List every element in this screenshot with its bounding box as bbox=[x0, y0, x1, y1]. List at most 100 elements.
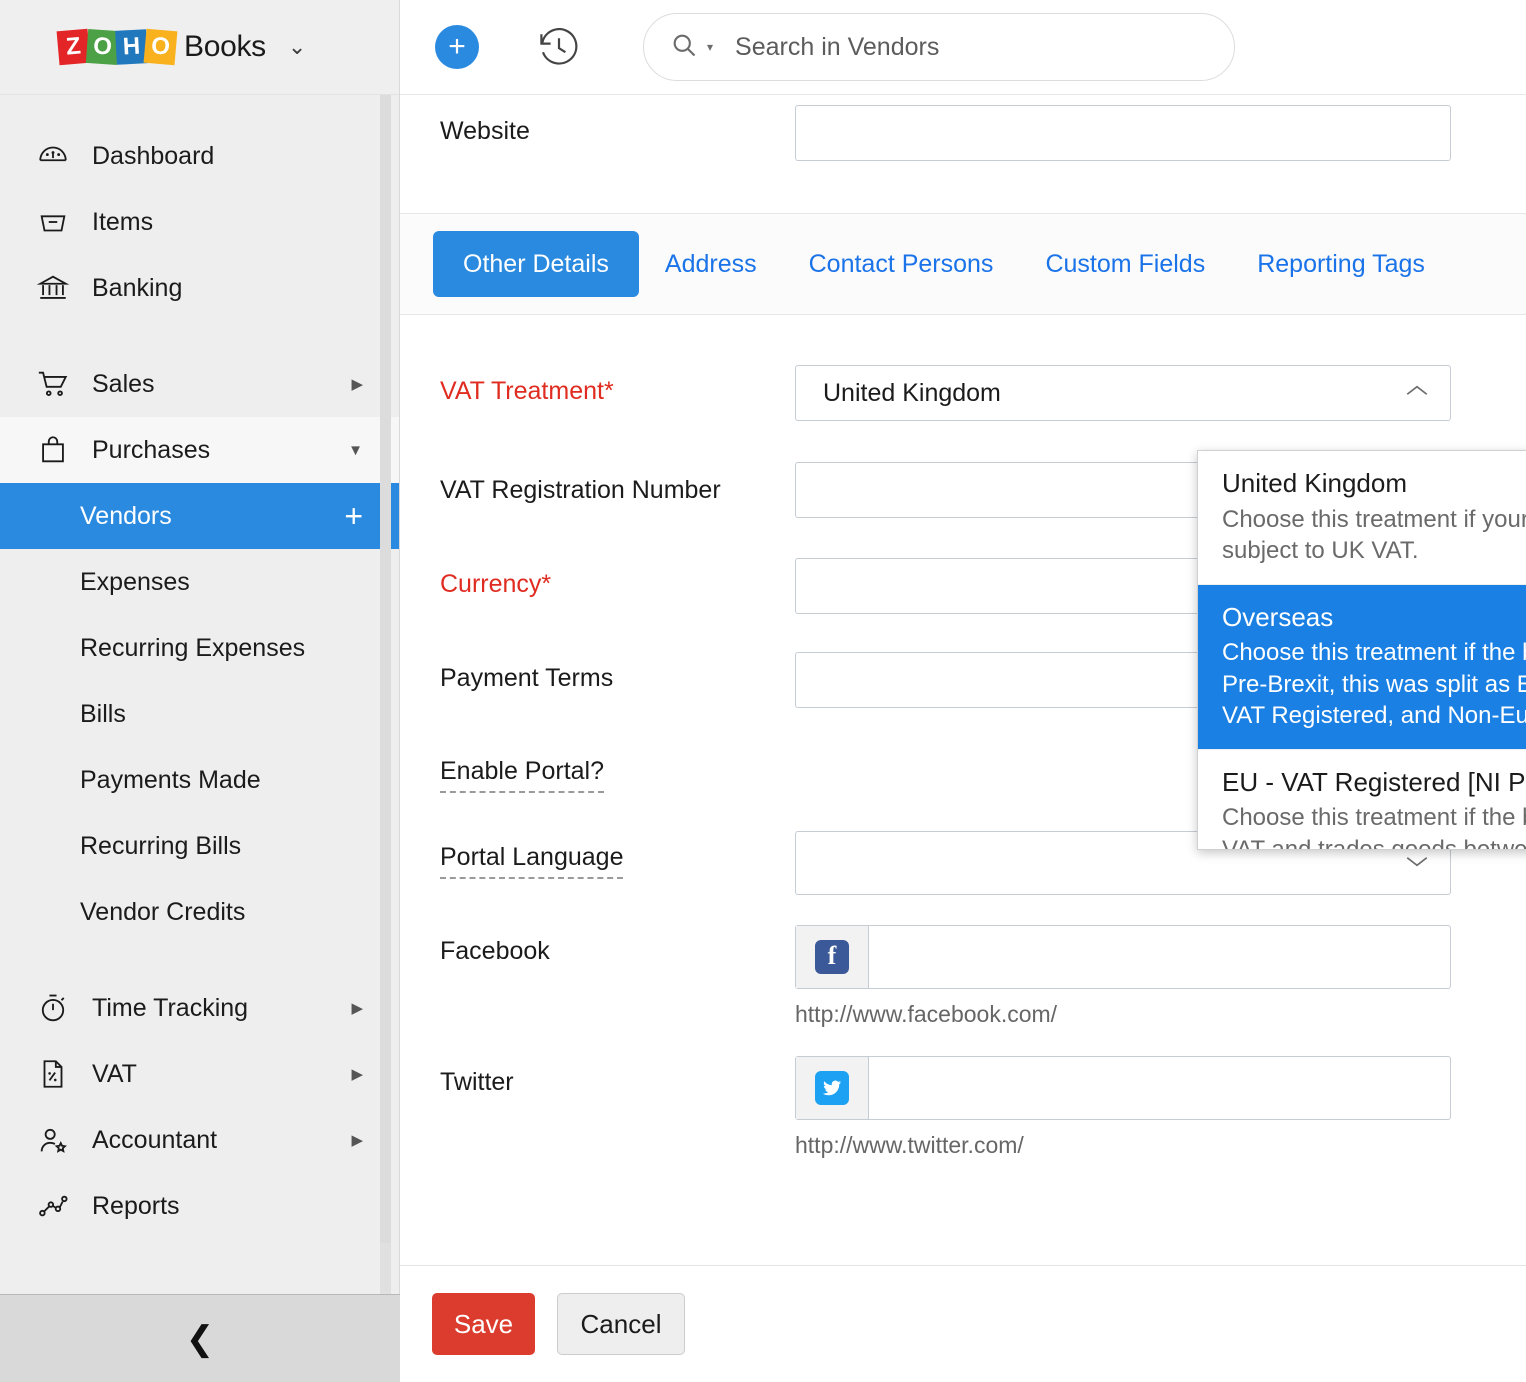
search-scope-chevron-down-icon[interactable]: ▾ bbox=[707, 40, 713, 54]
sidebar-nav-scroll: Dashboard Items Banking Sales ▶ Purchase… bbox=[0, 95, 399, 1294]
sidebar-item-vendor-credits[interactable]: Vendor Credits bbox=[0, 879, 399, 945]
main-content: + ▾ Search in Vendors Website Other Deta… bbox=[400, 0, 1526, 1382]
brand-product-name: Books bbox=[184, 30, 266, 63]
sidebar-item-label: Vendor Credits bbox=[80, 897, 246, 926]
sidebar-item-purchases[interactable]: Purchases ▼ bbox=[0, 417, 399, 483]
sidebar-item-label: Expenses bbox=[80, 567, 190, 596]
twitter-hint: http://www.twitter.com/ bbox=[795, 1132, 1024, 1158]
chevron-down-icon[interactable]: ⌄ bbox=[288, 34, 306, 60]
website-input[interactable] bbox=[795, 105, 1451, 161]
sidebar-item-banking[interactable]: Banking bbox=[0, 255, 399, 321]
facebook-glyph: f bbox=[815, 940, 849, 974]
form-footer: Save Cancel bbox=[400, 1265, 1526, 1382]
add-vendor-icon[interactable]: + bbox=[344, 500, 379, 532]
twitter-icon bbox=[796, 1057, 869, 1119]
sidebar-item-dashboard[interactable]: Dashboard bbox=[0, 123, 399, 189]
facebook-icon: f bbox=[796, 926, 869, 988]
search-input[interactable]: ▾ Search in Vendors bbox=[643, 13, 1235, 81]
sidebar-item-vendors[interactable]: Vendors + bbox=[0, 483, 399, 549]
currency-label: Currency* bbox=[440, 570, 552, 598]
sidebar-nav-list: Dashboard Items Banking Sales ▶ Purchase… bbox=[0, 95, 399, 1239]
zoho-logo: Z O H O bbox=[56, 27, 178, 67]
dropdown-option-united-kingdom[interactable]: United Kingdom Choose this treatment if … bbox=[1198, 451, 1526, 585]
enable-portal-label-wrap: Enable Portal? bbox=[440, 745, 795, 793]
sales-cart-icon bbox=[36, 367, 76, 401]
sidebar-collapse-button[interactable]: ❮ bbox=[0, 1294, 400, 1382]
vat-treatment-select[interactable]: United Kingdom bbox=[795, 365, 1451, 421]
chevron-right-icon: ▶ bbox=[351, 376, 363, 393]
chevron-right-icon: ▶ bbox=[351, 1000, 363, 1017]
sidebar-item-recurring-bills[interactable]: Recurring Bills bbox=[0, 813, 399, 879]
sidebar-item-label: Recurring Expenses bbox=[80, 633, 306, 662]
dropdown-option-description: Choose this treatment if the business is… bbox=[1222, 804, 1526, 850]
sidebar-item-label: Payments Made bbox=[80, 765, 261, 794]
sidebar-item-label: Purchases bbox=[92, 435, 211, 464]
dropdown-option-title: United Kingdom bbox=[1222, 468, 1407, 498]
chevron-down-icon: ▼ bbox=[348, 441, 363, 459]
brand-header[interactable]: Z O H O Books ⌄ bbox=[0, 0, 399, 95]
quick-create-button[interactable]: + bbox=[435, 25, 479, 69]
sidebar-item-reports[interactable]: Reports bbox=[0, 1173, 399, 1239]
sidebar-item-items[interactable]: Items bbox=[0, 189, 399, 255]
tab-other-details[interactable]: Other Details bbox=[433, 231, 639, 297]
chevron-left-icon: ❮ bbox=[185, 1319, 215, 1358]
payment-terms-label: Payment Terms bbox=[440, 664, 614, 692]
sidebar-item-bills[interactable]: Bills bbox=[0, 681, 399, 747]
sidebar-item-label: Dashboard bbox=[92, 141, 215, 170]
items-icon bbox=[36, 205, 76, 239]
sidebar-item-label: Bills bbox=[80, 699, 126, 728]
history-icon[interactable] bbox=[535, 23, 583, 71]
twitter-input-group[interactable] bbox=[795, 1056, 1451, 1120]
form-row-facebook: Facebook f http://www.facebook.com/ bbox=[400, 925, 1526, 1028]
facebook-input-group[interactable]: f bbox=[795, 925, 1451, 989]
banking-icon bbox=[36, 271, 76, 305]
sidebar-item-label: Items bbox=[92, 207, 154, 236]
dropdown-option-overseas[interactable]: Overseas Choose this treatment if the bu… bbox=[1198, 584, 1526, 750]
tab-contact-persons[interactable]: Contact Persons bbox=[783, 250, 1020, 279]
sidebar-item-recurring-expenses[interactable]: Recurring Expenses bbox=[0, 615, 399, 681]
form-row-twitter: Twitter http://www.twitter.com/ bbox=[400, 1056, 1526, 1159]
dropdown-option-eu-vat-registered[interactable]: EU - VAT Registered [NI Protocol] Choose… bbox=[1198, 750, 1526, 850]
sidebar-item-label: Time Tracking bbox=[92, 993, 249, 1022]
twitter-label: Twitter bbox=[440, 1068, 514, 1096]
tab-reporting-tags[interactable]: Reporting Tags bbox=[1231, 250, 1451, 279]
dropdown-option-description: Choose this treatment if your sales or p… bbox=[1222, 505, 1526, 564]
detail-tabs: Other Details Address Contact Persons Cu… bbox=[400, 213, 1526, 315]
sidebar-item-label: Accountant bbox=[92, 1125, 218, 1154]
save-button[interactable]: Save bbox=[432, 1293, 535, 1355]
sidebar-item-time-tracking[interactable]: Time Tracking ▶ bbox=[0, 975, 399, 1041]
sidebar-divider-gap-2 bbox=[0, 945, 399, 975]
zoho-logo-letter-o2: O bbox=[143, 28, 178, 66]
vat-registration-number-label: VAT Registration Number bbox=[440, 476, 721, 504]
dropdown-option-description: Choose this treatment if the business is… bbox=[1222, 639, 1526, 729]
enable-portal-label: Enable Portal? bbox=[440, 757, 605, 793]
sidebar-divider-gap bbox=[0, 321, 399, 351]
sidebar-item-sales[interactable]: Sales ▶ bbox=[0, 351, 399, 417]
chevron-down-icon bbox=[1404, 853, 1430, 874]
chevron-right-icon: ▶ bbox=[351, 1066, 363, 1083]
chevron-right-icon: ▶ bbox=[351, 1132, 363, 1149]
cancel-button[interactable]: Cancel bbox=[557, 1293, 685, 1355]
dropdown-option-title: Overseas bbox=[1222, 601, 1334, 632]
portal-language-label: Portal Language bbox=[440, 843, 624, 879]
vat-treatment-dropdown[interactable]: United Kingdom Choose this treatment if … bbox=[1197, 450, 1526, 850]
sidebar-item-accountant[interactable]: Accountant ▶ bbox=[0, 1107, 399, 1173]
zoho-logo-letter-o1: O bbox=[85, 28, 120, 66]
tab-custom-fields[interactable]: Custom Fields bbox=[1019, 250, 1231, 279]
sidebar-item-label: VAT bbox=[92, 1059, 137, 1088]
twitter-glyph bbox=[815, 1071, 849, 1105]
sidebar-item-expenses[interactable]: Expenses bbox=[0, 549, 399, 615]
sidebar-item-payments-made[interactable]: Payments Made bbox=[0, 747, 399, 813]
tab-address[interactable]: Address bbox=[639, 250, 783, 279]
sidebar-scrollbar-thumb[interactable] bbox=[380, 95, 391, 1243]
website-label: Website bbox=[440, 117, 530, 145]
sidebar-item-vat[interactable]: VAT ▶ bbox=[0, 1041, 399, 1107]
portal-language-label-wrap: Portal Language bbox=[440, 831, 795, 879]
form-row-website: Website bbox=[400, 95, 1526, 161]
sidebar-item-label: Vendors bbox=[80, 501, 172, 530]
purchases-bag-icon bbox=[36, 433, 76, 467]
dropdown-option-title: EU - VAT Registered [NI Protocol] bbox=[1222, 766, 1526, 797]
facebook-label: Facebook bbox=[440, 937, 550, 965]
facebook-hint: http://www.facebook.com/ bbox=[795, 1001, 1058, 1027]
sidebar: Z O H O Books ⌄ Dashboard Items Banking … bbox=[0, 0, 400, 1382]
